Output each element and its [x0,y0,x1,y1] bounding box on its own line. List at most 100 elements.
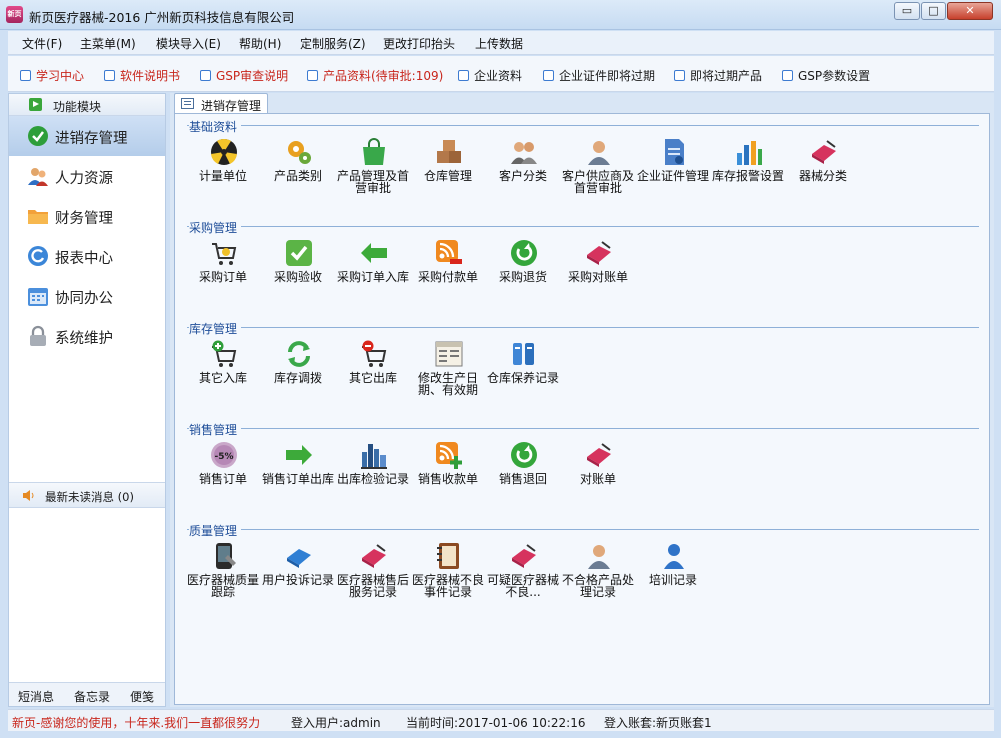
tab-inventory-management[interactable]: 进销存管理 [174,93,268,114]
sidebar-header: 功能模块 [9,94,165,116]
module-tile[interactable]: 医疗器械不良事件记录 [412,541,484,621]
module-tile[interactable]: 产品类别 [262,137,334,217]
quick-company-data[interactable]: 企业资料 [458,67,522,84]
user-icon [588,545,610,569]
short-message-button[interactable]: 短消息 [18,688,54,705]
module-tile[interactable]: 医疗器械质量跟踪 [187,541,259,621]
sidebar-item-collaboration[interactable]: 协同办公 [9,276,165,316]
unread-messages-bar[interactable]: 最新未读消息 (0) [9,482,165,508]
module-tile-label: 销售收款单 [417,472,478,486]
quick-software-manual[interactable]: 软件说明书 [104,67,180,84]
module-tile[interactable]: 培训记录 [637,541,709,621]
play-icon [29,98,42,111]
sidebar-item-system[interactable]: 系统维护 [9,316,165,356]
cart-remove-icon [362,340,387,367]
status-user: 登入用户:admin [291,716,381,730]
module-tile-label: 可疑医疗器械不良... [487,573,560,599]
module-tile[interactable]: 企业证件管理 [637,137,709,217]
module-tile-label: 修改生产日期、有效期 [417,371,478,397]
quick-product-data[interactable]: 产品资料(待审批:109) [307,67,443,84]
svg-text:-5%: -5% [214,452,233,462]
quick-expiring-products[interactable]: 即将过期产品 [674,67,762,84]
module-tile-label: 销售订单 [198,472,247,486]
module-tile[interactable]: 出库检验记录 [337,440,409,520]
module-tile[interactable]: -5% 销售订单 [187,440,259,520]
lock-icon [30,325,46,346]
module-tile[interactable]: 销售收款单 [412,440,484,520]
module-tile[interactable]: 销售退回 [487,440,559,520]
quick-expiring-certificates[interactable]: 企业证件即将过期 [543,67,655,84]
main-area: 进销存管理 基础资料计量单位 产品类别 产品管理及首营审批 仓库管理 客户分类 客户供应商… [170,93,994,707]
close-button[interactable]: ✕ [947,2,993,20]
module-tile-label: 器械分类 [798,169,847,183]
module-tile[interactable]: 器械分类 [787,137,859,217]
module-tile-label: 销售订单出库 [262,472,335,486]
module-tile[interactable]: 采购付款单 [412,238,484,318]
module-tile[interactable]: 采购订单入库 [337,238,409,318]
module-tile[interactable]: 对账单 [562,440,634,520]
window-title: 新页医疗器械-2016 广州新页科技信息有限公司 [29,10,295,25]
sticky-note-button[interactable]: 便笺 [130,688,154,705]
module-tile[interactable]: 客户供应商及首营审批 [562,137,634,217]
module-tile[interactable]: 用户投诉记录 [262,541,334,621]
unread-messages-label: 最新未读消息 (0) [45,490,134,504]
module-tile[interactable]: 其它入库 [187,339,259,419]
module-tile[interactable]: 产品管理及首营审批 [337,137,409,217]
module-tile[interactable]: 采购对账单 [562,238,634,318]
section-header: 基础资料 [187,118,979,135]
module-tile[interactable]: 修改生产日期、有效期 [412,339,484,419]
module-tile[interactable]: 不合格产品处理记录 [562,541,634,621]
quick-gsp-review-notes[interactable]: GSP审查说明 [200,67,288,84]
section-3: 库存管理 其它入库 库存调拨 其它出库 修改生产日期、有效期 仓库保养记录 [187,320,979,416]
checkbox-icon [543,70,554,81]
section-header: 质量管理 [187,522,979,539]
module-tile[interactable]: 库存调拨 [262,339,334,419]
menu-module-import[interactable]: 模块导入(E) [156,35,221,52]
menu-change-print-header[interactable]: 更改打印抬头 [383,35,455,52]
module-tile[interactable]: 仓库管理 [412,137,484,217]
arrow-left-icon [361,243,387,263]
module-tile[interactable]: 库存报警设置 [712,137,784,217]
sidebar-item-reports[interactable]: 报表中心 [9,236,165,276]
module-tile[interactable]: 其它出库 [337,339,409,419]
sidebar-item-finance[interactable]: 财务管理 [9,196,165,236]
module-tile-label: 对账单 [579,472,616,486]
module-tile[interactable]: 销售订单出库 [262,440,334,520]
quick-gsp-settings[interactable]: GSP参数设置 [782,67,870,84]
sidebar-header-label: 功能模块 [53,100,102,114]
module-tile[interactable]: 采购订单 [187,238,259,318]
menu-upload-data[interactable]: 上传数据 [475,35,523,52]
book-icon [362,544,386,568]
sidebar-item-label: 报表中心 [55,251,113,267]
book-icon [587,443,611,467]
module-tile[interactable]: 计量单位 [187,137,259,217]
section-divider [187,529,979,530]
shopping-bag-icon [363,138,385,165]
menu-file[interactable]: 文件(F) [22,35,62,52]
module-tile-label: 采购对账单 [567,270,628,284]
memo-button[interactable]: 备忘录 [74,688,110,705]
menu-custom-service[interactable]: 定制服务(Z) [300,35,366,52]
module-tile[interactable]: 可疑医疗器械不良... [487,541,559,621]
section-title: 基础资料 [189,118,242,135]
maximize-button[interactable]: □ [921,2,946,20]
checkbox-icon [674,70,685,81]
module-tile[interactable]: 采购验收 [262,238,334,318]
sync-icon [288,341,310,367]
menu-main[interactable]: 主菜单(M) [80,35,136,52]
sidebar-item-hr[interactable]: 人力资源 [9,156,165,196]
quick-learning-center[interactable]: 学习中心 [20,67,84,84]
rss-minus-icon [436,240,462,264]
module-tile[interactable]: 医疗器械售后服务记录 [337,541,409,621]
sidebar-item-inventory[interactable]: 进销存管理 [9,116,165,156]
module-tile[interactable]: 仓库保养记录 [487,339,559,419]
menu-bar: 文件(F) 主菜单(M) 模块导入(E) 帮助(H) 定制服务(Z) 更改打印抬… [8,31,994,55]
module-tile-label: 仓库保养记录 [487,371,560,385]
module-tile-label: 用户投诉记录 [262,573,335,587]
checkbox-icon [104,70,115,81]
module-tile[interactable]: 客户分类 [487,137,559,217]
module-tile[interactable]: 采购退货 [487,238,559,318]
menu-help[interactable]: 帮助(H) [239,35,281,52]
minimize-button[interactable]: ▭ [894,2,920,20]
module-tile-label: 仓库管理 [423,169,472,183]
